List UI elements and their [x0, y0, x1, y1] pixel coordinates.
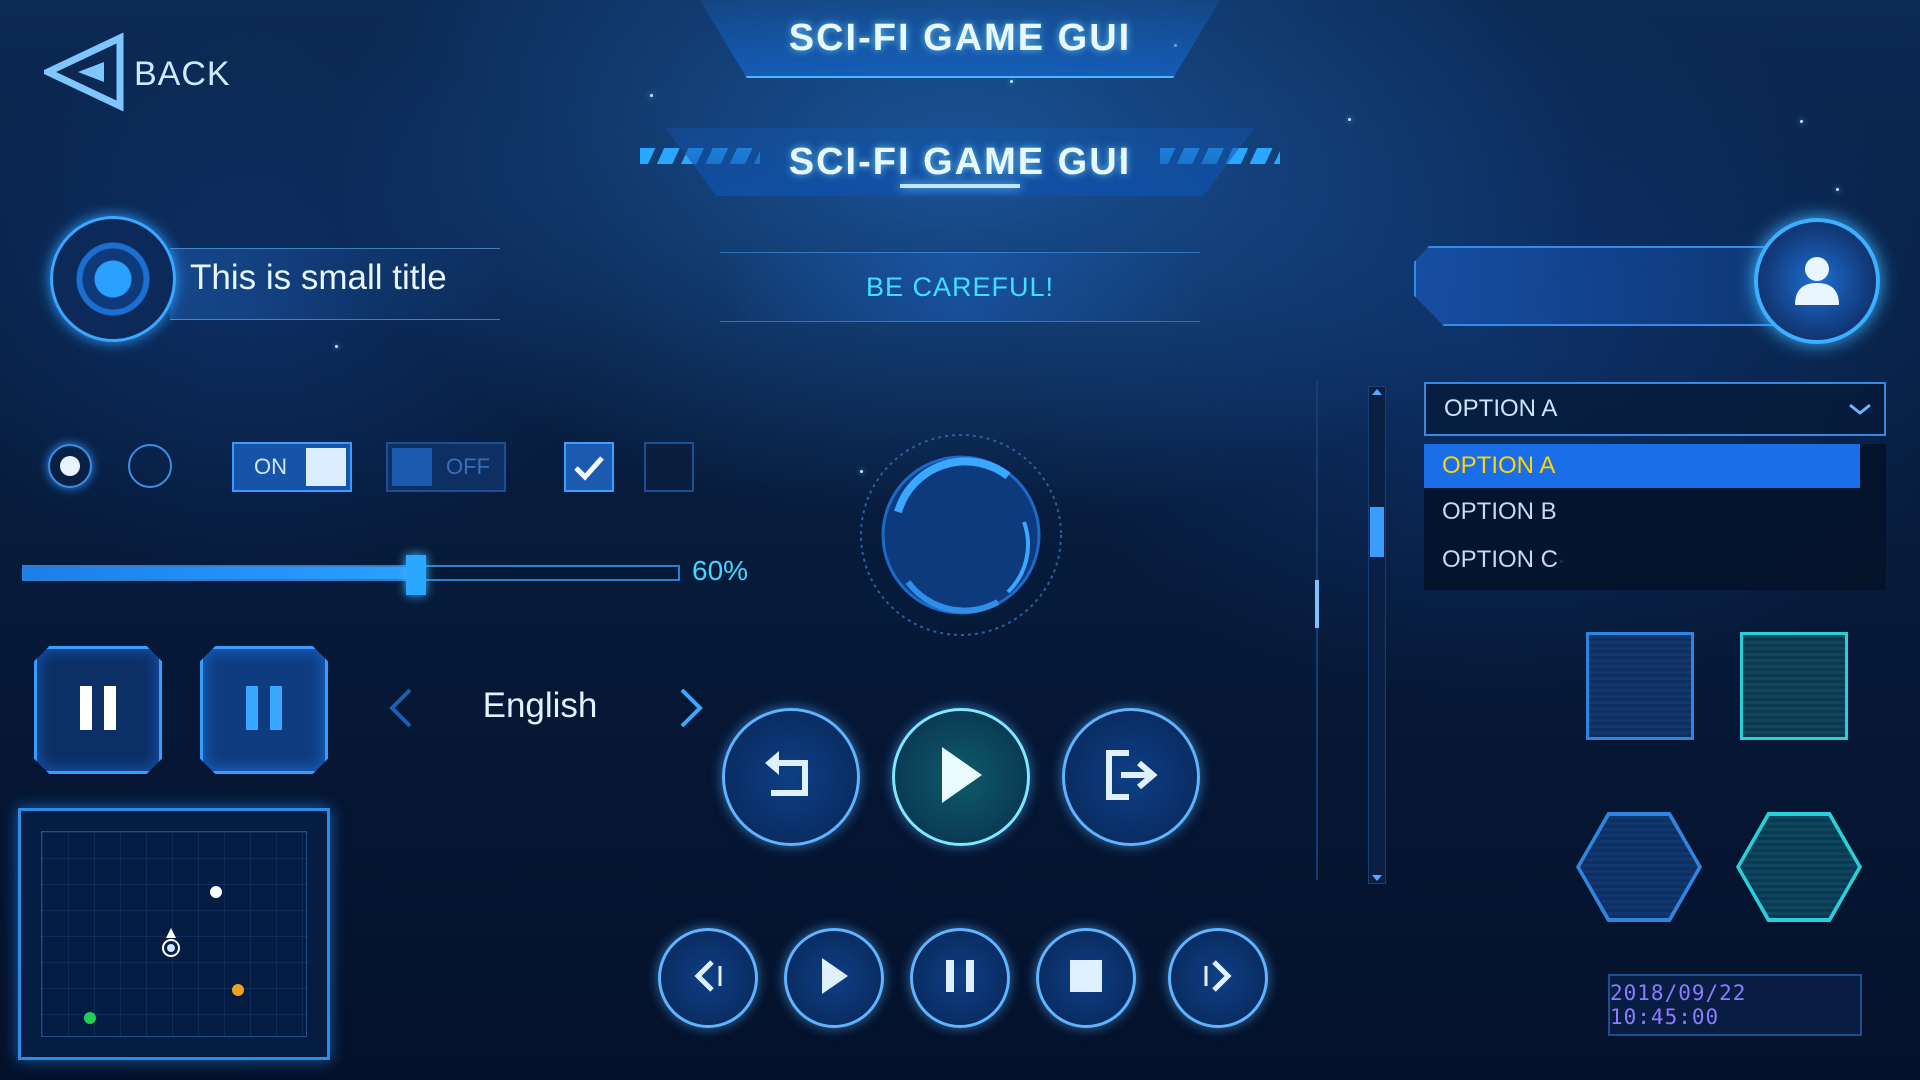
minimap-marker-orange [232, 984, 244, 996]
pause-icon [78, 684, 118, 737]
undo-icon [761, 747, 821, 808]
dropdown-select[interactable]: OPTION A [1424, 382, 1886, 436]
previous-button[interactable] [658, 928, 758, 1028]
title-top: SCI-FI GAME GUI [788, 16, 1132, 59]
hex-slot-inner [1740, 816, 1858, 918]
datetime-text: 2018/09/22 10:45:00 [1610, 981, 1747, 1029]
item-slot-teal[interactable] [1740, 632, 1848, 740]
scrollbar-down-arrow[interactable] [1372, 875, 1382, 881]
chevron-right-icon [676, 688, 706, 734]
scrollbar[interactable] [1368, 386, 1386, 884]
toggle-knob [392, 448, 432, 486]
radio-selected[interactable] [48, 444, 92, 488]
banner-underline [900, 184, 1020, 188]
scrollbar-thumb[interactable] [1370, 507, 1384, 557]
loading-ring [858, 432, 1064, 638]
slider-fill [24, 567, 417, 579]
back-label: BACK [134, 55, 231, 93]
item-slot-blue[interactable] [1586, 632, 1694, 740]
warning-banner: BE CAREFUL! [720, 252, 1200, 322]
dropdown-option[interactable]: OPTION B [1424, 490, 1860, 534]
undo-button[interactable] [722, 708, 860, 846]
toggle-off-label: OFF [446, 454, 490, 479]
hex-slot-inner [1580, 816, 1698, 918]
chevron-left-icon [386, 688, 416, 734]
minimap-grid [41, 831, 307, 1037]
play-button-large[interactable] [892, 708, 1030, 846]
pause-button-light[interactable] [200, 646, 328, 774]
previous-icon [688, 956, 728, 1001]
pause-icon [244, 684, 284, 737]
play-icon [936, 745, 986, 810]
vertical-divider [1316, 380, 1318, 880]
checkbox-unchecked[interactable] [644, 442, 694, 492]
pause-button-dark[interactable] [34, 646, 162, 774]
chevron-down-icon [1848, 398, 1872, 426]
title-main: SCI-FI GAME GUI [788, 140, 1132, 183]
toggle-knob [306, 448, 346, 486]
hex-slot-blue[interactable] [1576, 812, 1702, 922]
language-next-button[interactable] [676, 686, 706, 735]
hex-slot-teal[interactable] [1736, 812, 1862, 922]
back-arrow-icon [39, 32, 124, 117]
toggle-off[interactable]: OFF [386, 442, 506, 492]
toggle-on[interactable]: ON [232, 442, 352, 492]
minimap[interactable] [18, 808, 330, 1060]
minimap-marker-green [84, 1012, 96, 1024]
exit-icon [1101, 747, 1161, 808]
check-icon [566, 456, 612, 494]
checkbox-checked[interactable] [564, 442, 614, 492]
title-banner-top: SCI-FI GAME GUI [700, 0, 1220, 78]
datetime-display: 2018/09/22 10:45:00 [1608, 974, 1862, 1036]
small-title-panel: This is small title [50, 216, 510, 346]
avatar[interactable] [1754, 218, 1880, 344]
minimap-player-icon [160, 928, 182, 963]
pause-icon [942, 956, 978, 1001]
dropdown-list: OPTION A OPTION B OPTION C [1424, 444, 1886, 590]
next-button[interactable] [1168, 928, 1268, 1028]
play-icon [816, 956, 852, 1001]
dropdown-option[interactable]: OPTION A [1424, 444, 1860, 488]
stop-button[interactable] [1036, 928, 1136, 1028]
play-button-small[interactable] [784, 928, 884, 1028]
dropdown-selected-value: OPTION A [1444, 395, 1558, 422]
toggle-on-label: ON [254, 454, 287, 479]
scrollbar-up-arrow[interactable] [1372, 389, 1382, 395]
exit-button[interactable] [1062, 708, 1200, 846]
target-ring-icon [50, 216, 176, 342]
radio-unselected[interactable] [128, 444, 172, 488]
pause-button-small[interactable] [910, 928, 1010, 1028]
minimap-marker-white [210, 886, 222, 898]
language-value: English [482, 686, 598, 725]
small-title-text: This is small title [190, 258, 447, 297]
divider-highlight [1315, 580, 1319, 628]
user-avatar-icon [1787, 249, 1847, 314]
next-icon [1198, 956, 1238, 1001]
warning-text: BE CAREFUL! [865, 271, 1055, 302]
stop-icon [1068, 958, 1104, 999]
profile-bar[interactable] [1414, 246, 1788, 326]
slider-thumb[interactable] [406, 555, 427, 595]
radio-dot [60, 456, 80, 476]
volume-slider[interactable] [22, 555, 680, 595]
language-previous-button[interactable] [386, 686, 416, 735]
dropdown-option[interactable]: OPTION C [1424, 538, 1860, 582]
slider-percent-label: 60% [692, 555, 749, 586]
back-button[interactable]: BACK [39, 32, 231, 117]
